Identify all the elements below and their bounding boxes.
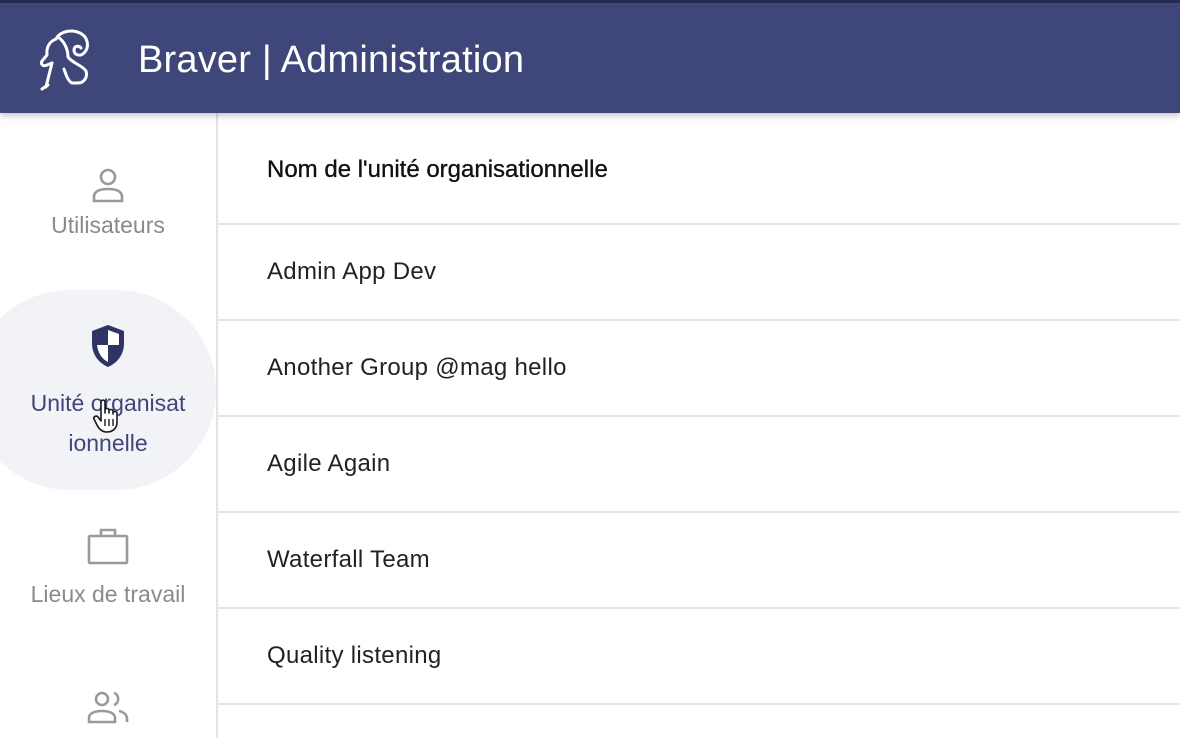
table-cell-name: Waterfall Team — [267, 546, 430, 573]
ram-icon[interactable] — [34, 25, 94, 95]
table-row[interactable]: Admin App Dev — [218, 225, 1180, 321]
shield-icon — [92, 325, 124, 367]
table-cell-name: Quality listening — [267, 642, 442, 669]
table-cell-name: Another Group @mag hello — [267, 354, 567, 381]
table-row[interactable]: Waterfall Team — [218, 513, 1180, 609]
hand-cursor-icon — [93, 399, 118, 433]
person-icon — [92, 168, 124, 203]
sidebar-item-lieux-de-travail[interactable]: Lieux de travail — [0, 526, 216, 614]
column-header-label: Nom de l'unité organisationnelle — [267, 156, 608, 183]
sidebar-item-label: Utilisateurs — [51, 212, 165, 238]
table-cell-name: Admin App Dev — [267, 258, 437, 285]
sidebar-item-groups[interactable] — [0, 688, 216, 728]
table-cell-name: Agile Again — [267, 450, 391, 477]
group-icon — [87, 691, 129, 724]
app-title: Braver | Administration — [138, 39, 525, 81]
column-header[interactable]: Nom de l'unité organisationnelle — [218, 113, 1180, 225]
table-row[interactable]: Quality listening — [218, 609, 1180, 705]
briefcase-icon — [87, 528, 129, 565]
table-row[interactable]: Agile Again — [218, 417, 1180, 513]
sidebar-item-label: Lieux de travail — [30, 581, 186, 607]
table-row[interactable]: Another Group @mag hello — [218, 321, 1180, 417]
sidebar-item-unite-organisationnelle[interactable]: Unité organisat ionnelle — [0, 323, 216, 463]
org-unit-table: Nom de l'unité organisationnelle Admin A… — [218, 113, 1180, 738]
sidebar-item-utilisateurs[interactable]: Utilisateurs — [0, 165, 216, 245]
top-app-bar: Braver | Administration — [0, 0, 1180, 113]
